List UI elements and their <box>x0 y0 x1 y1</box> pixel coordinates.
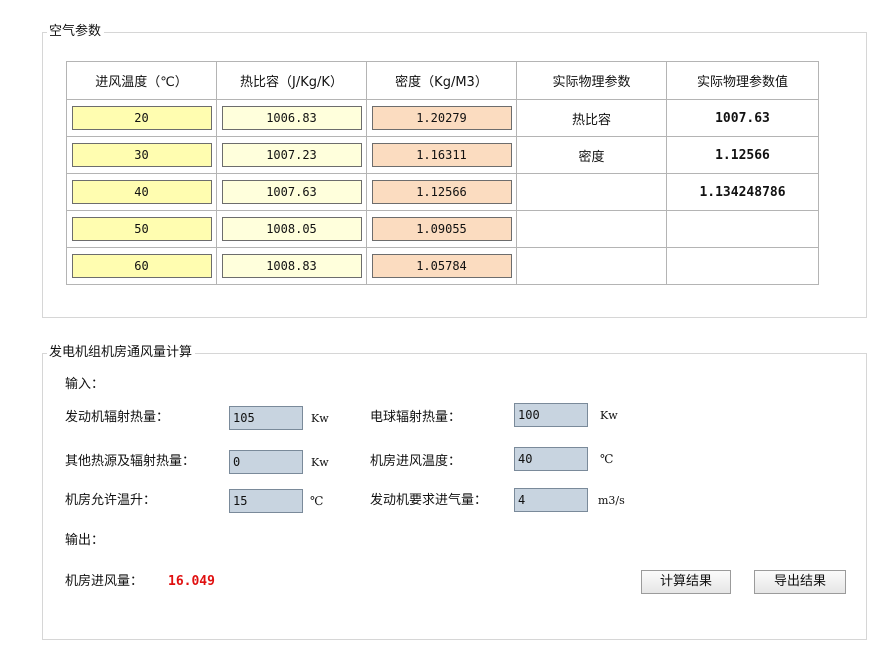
table-row: 60 1008.83 1.05784 <box>66 247 819 285</box>
actual-param-label <box>516 173 667 211</box>
ventilation-calc-legend: 发电机组机房通风量计算 <box>47 344 196 362</box>
engine-heat-unit: Kw <box>311 412 329 425</box>
alternator-heat-input[interactable]: 100 <box>514 403 588 427</box>
allowed-rise-input[interactable]: 15 <box>229 489 303 513</box>
export-button[interactable]: 导出结果 <box>754 570 846 594</box>
other-heat-unit: Kw <box>311 456 329 469</box>
density-cell[interactable]: 1.20279 <box>371 106 512 130</box>
table-row: 20 1006.83 1.20279 热比容 1007.63 <box>66 99 819 137</box>
engine-heat-input[interactable]: 105 <box>229 406 303 430</box>
room-airflow-label: 机房进风量： <box>65 574 144 589</box>
engine-air-input[interactable]: 4 <box>514 488 588 512</box>
actual-param-value <box>666 247 819 285</box>
specific-heat-cell[interactable]: 1008.83 <box>221 254 362 278</box>
air-params-group: 空气参数 进风温度（℃） 热比容（J/Kg/K） 密度（Kg/M3） 实际物理参… <box>42 23 867 318</box>
ventilation-calc-group: 发电机组机房通风量计算 输入： 发动机辐射热量： 105 Kw 电球辐射热量： … <box>42 344 867 640</box>
header-actual-param: 实际物理参数 <box>516 61 667 100</box>
engine-air-label: 发动机要求进气量： <box>370 493 488 508</box>
temp-cell[interactable]: 50 <box>71 217 212 241</box>
other-heat-input[interactable]: 0 <box>229 450 303 474</box>
output-section-label: 输出： <box>65 533 105 548</box>
other-heat-label: 其他热源及辐射热量： <box>65 454 196 469</box>
specific-heat-cell[interactable]: 1006.83 <box>221 106 362 130</box>
air-params-table: 进风温度（℃） 热比容（J/Kg/K） 密度（Kg/M3） 实际物理参数 实际物… <box>66 61 819 285</box>
density-cell[interactable]: 1.09055 <box>371 217 512 241</box>
engine-air-unit: m3/s <box>598 494 625 507</box>
actual-param-value <box>666 210 819 248</box>
density-cell[interactable]: 1.16311 <box>371 143 512 167</box>
table-row: 50 1008.05 1.09055 <box>66 210 819 248</box>
header-actual-param-value: 实际物理参数值 <box>666 61 819 100</box>
temp-cell[interactable]: 40 <box>71 180 212 204</box>
room-airflow-value: 16.049 <box>168 574 215 589</box>
temp-cell[interactable]: 30 <box>71 143 212 167</box>
alternator-heat-unit: Kw <box>600 409 618 422</box>
table-header-row: 进风温度（℃） 热比容（J/Kg/K） 密度（Kg/M3） 实际物理参数 实际物… <box>66 61 819 100</box>
specific-heat-cell[interactable]: 1007.23 <box>221 143 362 167</box>
specific-heat-cell[interactable]: 1007.63 <box>221 180 362 204</box>
density-cell[interactable]: 1.05784 <box>371 254 512 278</box>
actual-param-label: 密度 <box>516 136 667 174</box>
header-inlet-temp: 进风温度（℃） <box>66 61 217 100</box>
inlet-temp-input[interactable]: 40 <box>514 447 588 471</box>
actual-param-label <box>516 247 667 285</box>
actual-param-label: 热比容 <box>516 99 667 137</box>
allowed-rise-label: 机房允许温升： <box>65 493 157 508</box>
table-row: 40 1007.63 1.12566 1.134248786 <box>66 173 819 211</box>
table-row: 30 1007.23 1.16311 密度 1.12566 <box>66 136 819 174</box>
actual-param-value: 1.134248786 <box>666 173 819 211</box>
actual-param-label <box>516 210 667 248</box>
actual-param-value: 1.12566 <box>666 136 819 174</box>
inlet-temp-label: 机房进风温度： <box>370 454 462 469</box>
inlet-temp-unit: ℃ <box>600 452 614 466</box>
allowed-rise-unit: ℃ <box>310 494 324 508</box>
header-density: 密度（Kg/M3） <box>366 61 517 100</box>
actual-param-value: 1007.63 <box>666 99 819 137</box>
calculate-button[interactable]: 计算结果 <box>641 570 731 594</box>
temp-cell[interactable]: 60 <box>71 254 212 278</box>
alternator-heat-label: 电球辐射热量： <box>370 410 462 425</box>
engine-heat-label: 发动机辐射热量： <box>65 410 170 425</box>
temp-cell[interactable]: 20 <box>71 106 212 130</box>
specific-heat-cell[interactable]: 1008.05 <box>221 217 362 241</box>
header-specific-heat: 热比容（J/Kg/K） <box>216 61 367 100</box>
input-section-label: 输入： <box>65 377 105 392</box>
air-params-legend: 空气参数 <box>47 23 105 41</box>
density-cell[interactable]: 1.12566 <box>371 180 512 204</box>
